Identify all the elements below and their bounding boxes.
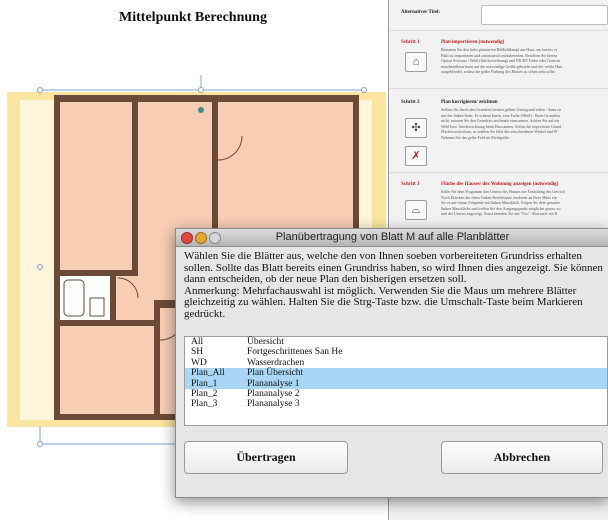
sheet-code: Plan_All <box>191 368 225 379</box>
room-top-left <box>60 102 132 270</box>
import-plan-button[interactable]: ⌂ <box>405 52 427 72</box>
alt-title-label: Alternativer Titel: <box>401 10 441 15</box>
message-line: gleichzeitig zu wählen. Halten Sie die S… <box>184 297 583 309</box>
resize-handle-left[interactable] <box>37 264 43 270</box>
sheet-name: Fortgeschrittenes San He <box>247 347 343 358</box>
document-title: Mittelpunkt Berechnung <box>119 10 267 25</box>
move-icon: ✣ <box>411 122 421 134</box>
step-2-title: Plan korrigieren/ zeichnen <box>441 100 498 105</box>
list-item[interactable]: Plan_2 Plananalyse 2 <box>185 389 607 399</box>
list-item[interactable]: SH Fortgeschrittenes San He <box>185 347 607 357</box>
sheet-code: Plan_1 <box>191 378 218 389</box>
draw-outline-button[interactable]: ⌓ <box>405 200 427 220</box>
erase-button[interactable]: ✗ <box>405 146 427 166</box>
rotation-handle-icon[interactable] <box>198 107 204 113</box>
area-icon: ⌓ <box>411 204 421 216</box>
room-bottom-left <box>60 326 154 414</box>
sheet-code: All <box>191 337 204 347</box>
resize-handle-top[interactable] <box>198 87 204 93</box>
message-line: Wählen Sie die Blätter aus, welche den v… <box>184 251 582 262</box>
dialog-titlebar[interactable]: Planübertragung von Blatt M auf alle Pla… <box>176 229 608 247</box>
dialog-title: Planübertragung von Blatt M auf alle Pla… <box>275 231 510 243</box>
step-text-line: Nehmen Sie das gelbe Feld als Richtgröße… <box>441 134 510 140</box>
list-item[interactable]: All Übersicht <box>185 337 607 347</box>
home-icon: ⌂ <box>412 56 420 68</box>
close-icon[interactable] <box>181 232 193 244</box>
list-item[interactable]: Plan_1 Plananalyse 1 <box>185 378 607 389</box>
list-item[interactable]: WD Wasserdrachen <box>185 358 607 368</box>
sheet-name: Wasserdrachen <box>247 357 305 368</box>
step-3-title: Fläche des Hauses/ der Wohnung anzeigen … <box>441 182 559 187</box>
step-1-label: Schritt 1 <box>401 40 420 45</box>
list-item[interactable]: Plan_3 Plananalyse 3 <box>185 399 607 409</box>
step-1-title: Plan importieren (notwendig) <box>441 40 505 45</box>
step-text-line: und der Umriss angezeigt. Sonst beenden … <box>441 211 558 216</box>
message-line: gedrückt. <box>184 308 226 320</box>
sheet-name: Übersicht <box>247 337 284 347</box>
sheet-code: WD <box>191 357 207 368</box>
step-3-text: Sollte Sie dem Programm den Umriss des H… <box>441 189 606 217</box>
sheet-name: Plananalyse 3 <box>247 399 300 410</box>
sheet-name: Plananalyse 2 <box>247 388 300 399</box>
move-plan-button[interactable]: ✣ <box>405 118 427 138</box>
cancel-button[interactable]: Abbrechen <box>441 441 603 474</box>
divider <box>389 172 608 173</box>
transfer-button[interactable]: Übertragen <box>184 441 348 474</box>
dialog-message: Wählen Sie die Blätter aus, welche den v… <box>184 251 606 321</box>
sheet-list[interactable]: All Übersicht SH Fortgeschrittenes San H… <box>184 336 608 426</box>
divider <box>389 88 608 89</box>
message-line: Anmerkung: Mehrfachauswahl ist möglich. … <box>184 285 577 297</box>
minimize-icon[interactable] <box>195 232 207 244</box>
sheet-code: SH <box>191 347 204 358</box>
resize-handle-bl[interactable] <box>37 441 43 447</box>
message-line: sollen. Sollte das Blatt bereits einen G… <box>184 262 603 274</box>
sheet-code: Plan_2 <box>191 388 218 399</box>
cross-out-icon: ✗ <box>411 150 421 162</box>
list-item[interactable]: Plan_All Plan Übersicht <box>185 368 607 379</box>
sheet-name: Plan Übersicht <box>247 368 304 379</box>
message-line: dann entscheiden, ob der neue Plan den b… <box>184 274 467 286</box>
resize-handle-tr[interactable] <box>361 87 367 93</box>
alt-title-input[interactable] <box>481 5 608 25</box>
zoom-icon[interactable] <box>209 232 221 244</box>
step-3-label: Schritt 3 <box>401 182 420 187</box>
step-text-line: ausgeblendet, sodass die gelbe Färbung d… <box>441 69 556 74</box>
step-2-text: Sollten Sie durch den Grundriss keinen g… <box>441 107 606 140</box>
hall <box>116 276 154 320</box>
sheet-name: Plananalyse 1 <box>247 378 300 389</box>
resize-handle-tl[interactable] <box>37 87 43 93</box>
sheet-code: Plan_3 <box>191 399 218 410</box>
step-2-label: Schritt 2 <box>401 100 420 105</box>
plan-transfer-dialog: Planübertragung von Blatt M auf alle Pla… <box>175 228 608 498</box>
step-1-text: Benutzen Sie den links platzierten Bildb… <box>441 47 606 75</box>
divider <box>389 30 608 31</box>
